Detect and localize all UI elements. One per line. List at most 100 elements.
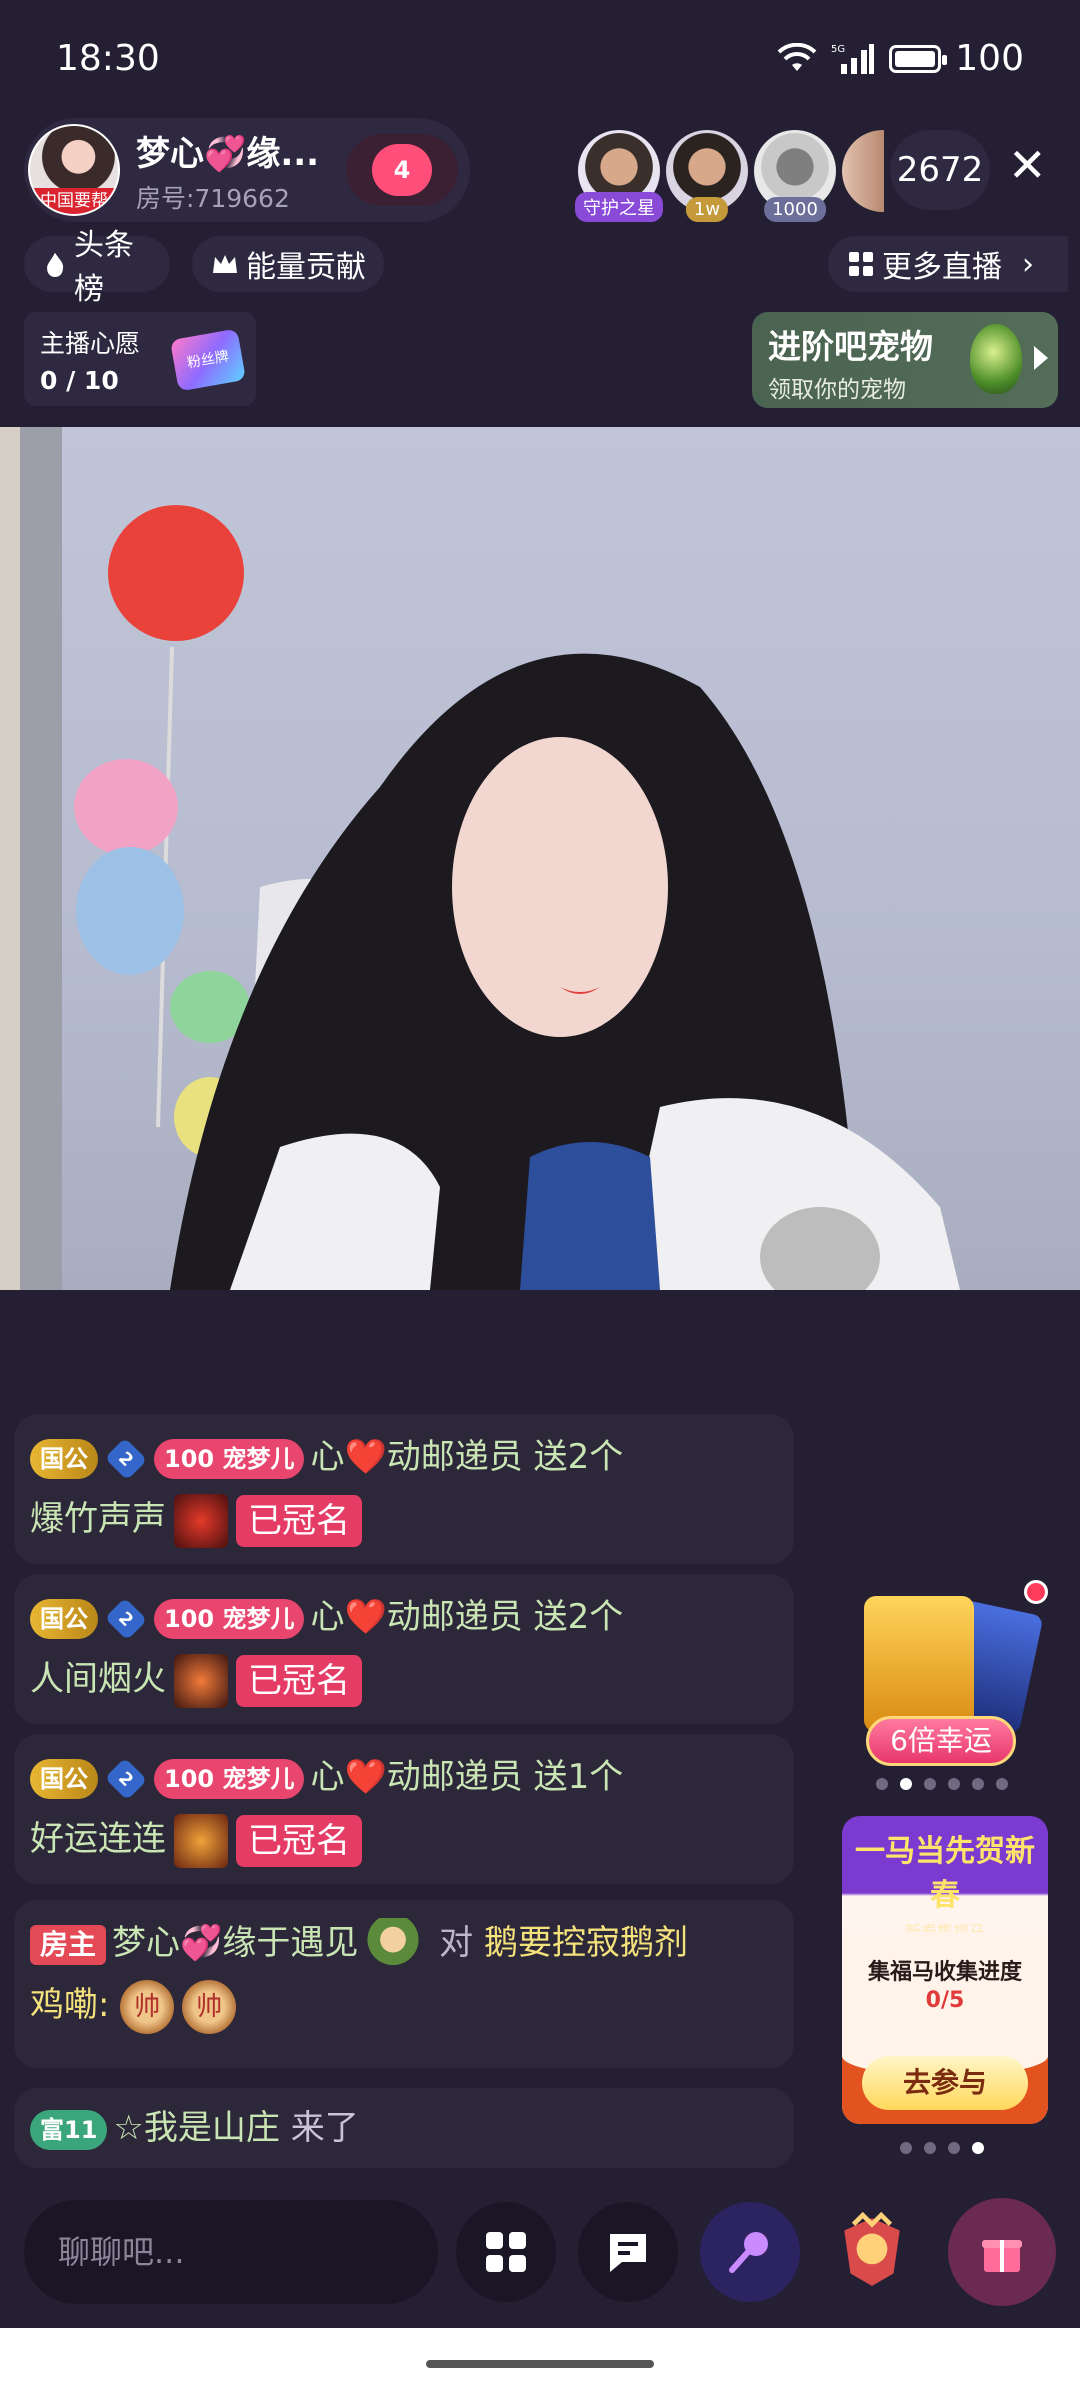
host-avatar-tag: 中国要帮 (30, 188, 118, 214)
viewer-count[interactable]: 2672 (890, 130, 990, 210)
event-carousel-dots (900, 2142, 984, 2154)
chat-message[interactable]: 国公 2 100 宠梦儿 心❤️动邮递员 送1个 好运连连 已冠名 (14, 1734, 794, 1884)
fan-badge: 100 宠梦儿 (154, 1598, 305, 1639)
energy-contribution-label: 能量贡献 (246, 250, 366, 285)
new-year-event-card[interactable]: 一马当先贺新春 新春集福马 集福马收集进度 0/5 去参与 (842, 1816, 1048, 2124)
crowned-tag: 已冠名 (236, 1494, 362, 1547)
carousel-dot (924, 2142, 936, 2154)
status-icons: 5G 100 (777, 38, 1024, 79)
chat-username[interactable]: 心❤️动邮递员 (310, 1597, 522, 1637)
chat-verb: 对 (428, 1923, 484, 1963)
level-badge: 2 (104, 1437, 148, 1480)
video-scene (0, 427, 960, 1290)
good-luck-gift-icon (174, 1813, 228, 1868)
chat-username[interactable]: 心❤️动邮递员 (310, 1757, 522, 1797)
level-badge: 2 (104, 1597, 148, 1640)
home-indicator[interactable] (426, 2360, 654, 2368)
gift-button[interactable] (948, 2198, 1056, 2306)
chevron-right-icon: › (1022, 246, 1034, 282)
chat-message[interactable]: 富11 ☆我是山庄 来了 (14, 2088, 794, 2168)
grid-icon (849, 252, 873, 276)
viewer-badge: 守护之星 (575, 192, 663, 222)
top-viewers: 守护之星 1w 1000 (575, 130, 884, 222)
avatar-sticker-icon (366, 1917, 421, 1972)
fan-level: 100 (164, 1764, 215, 1793)
host-avatar[interactable]: 中国要帮 (28, 124, 120, 216)
noble-badge: 国公 (30, 1598, 98, 1639)
wifi-icon (777, 42, 817, 71)
fan-name: 宠梦儿 (222, 1604, 295, 1633)
battery-icon (889, 44, 948, 73)
apps-button[interactable] (456, 2202, 556, 2302)
flame-icon (47, 252, 64, 277)
chat-message[interactable]: 国公 2 100 宠梦儿 心❤️动邮递员 送2个 人间烟火 已冠名 (14, 1574, 794, 1724)
chat-username[interactable]: 心❤️动邮递员 (310, 1437, 522, 1477)
lucky-carousel-dots (876, 1778, 1008, 1790)
gift-name: 好运连连 (30, 1819, 166, 1859)
close-icon[interactable]: ✕ (1008, 142, 1047, 188)
chat-action: 送2个 (522, 1437, 624, 1477)
live-room-page: 18:30 5G 100 中国要帮 梦心💞缘... 房号:719662 4 守护… (0, 0, 1080, 2400)
noble-badge: 国公 (30, 1758, 98, 1799)
chat-action: 送2个 (522, 1597, 624, 1637)
gift-name: 爆竹声声 (30, 1499, 166, 1539)
host-name: 梦心💞缘... (136, 133, 320, 174)
microphone-icon (729, 2232, 768, 2273)
danmaku-button[interactable] (578, 2202, 678, 2302)
crown-icon (213, 255, 237, 273)
chat-username[interactable]: ☆我是山庄 (113, 2108, 279, 2148)
carousel-dot (900, 2142, 912, 2154)
carousel-dot (972, 1778, 984, 1790)
chat-message[interactable]: 国公 2 100 宠梦儿 心❤️动邮递员 送2个 爆竹声声 已冠名 (14, 1414, 794, 1564)
chat-input[interactable]: 聊聊吧... (24, 2200, 438, 2304)
carousel-dot (948, 1778, 960, 1790)
lucky-gift-widget[interactable]: 6倍幸运 (846, 1586, 1046, 1766)
grid-icon (486, 2232, 526, 2272)
host-room-number: 房号:719662 (136, 183, 290, 213)
carousel-dot (924, 1778, 936, 1790)
fan-level: 100 (164, 1604, 215, 1633)
network-type: 5G (831, 44, 845, 55)
signal-icon: 5G (831, 43, 875, 74)
follow-count: 4 (393, 156, 411, 184)
chat-target-user[interactable]: 鹅要控寂鹅剂 (484, 1923, 688, 1963)
carousel-dot (996, 1778, 1008, 1790)
viewer-badge: 1000 (764, 197, 826, 222)
rich-level-badge: 富11 (30, 2109, 108, 2150)
voice-button[interactable] (700, 2202, 800, 2302)
firecracker-gift-icon (174, 1493, 228, 1548)
fan-name: 宠梦儿 (222, 1444, 295, 1473)
more-live-button[interactable]: 更多直播 › (828, 236, 1068, 292)
host-wish-card[interactable]: 主播心愿 0 / 10 粉丝牌 (24, 312, 256, 406)
carousel-dot (948, 2142, 960, 2154)
carousel-dot (972, 2142, 984, 2154)
event-title: 一马当先贺新春 (855, 1834, 1035, 1913)
fan-badge: 100 宠梦儿 (154, 1438, 305, 1479)
crowned-tag: 已冠名 (236, 1654, 362, 1707)
viewer-avatar[interactable] (842, 130, 884, 212)
join-event-button[interactable]: 去参与 (862, 2056, 1028, 2110)
chat-text: 鸡嘞: (30, 1985, 110, 2025)
follow-button[interactable]: 4 (346, 134, 458, 206)
pet-banner[interactable]: 进阶吧宠物 领取你的宠物 (752, 312, 1058, 408)
host-info: 梦心💞缘... 房号:719662 (136, 126, 319, 215)
headline-rank-button[interactable]: 头条榜 (24, 228, 170, 307)
noble-button[interactable] (822, 2202, 922, 2302)
chat-username[interactable]: 梦心💞缘于遇见 (112, 1923, 358, 1963)
coin-emoji-icon: 帅 (182, 1979, 237, 2034)
status-time: 18:30 (56, 38, 160, 79)
battery-level: 100 (955, 38, 1024, 79)
fireworks-gift-icon (174, 1653, 228, 1708)
energy-contribution-button[interactable]: 能量贡献 (192, 236, 384, 292)
fan-level: 100 (164, 1444, 215, 1473)
level-badge: 2 (104, 1757, 148, 1800)
viewer-avatar[interactable]: 1w (666, 130, 748, 222)
chat-message[interactable]: 房主 梦心💞缘于遇见 对 鹅要控寂鹅剂 鸡嘞: 帅帅 (14, 1900, 794, 2068)
event-progress-label: 集福马收集进度 (867, 1960, 1022, 1985)
live-video[interactable] (0, 427, 1080, 1290)
card-art-gold (864, 1596, 974, 1732)
viewer-avatar[interactable]: 守护之星 (575, 130, 663, 222)
host-card[interactable]: 中国要帮 梦心💞缘... 房号:719662 4 (24, 118, 470, 222)
message-icon (610, 2234, 646, 2272)
viewer-avatar[interactable]: 1000 (754, 130, 836, 222)
